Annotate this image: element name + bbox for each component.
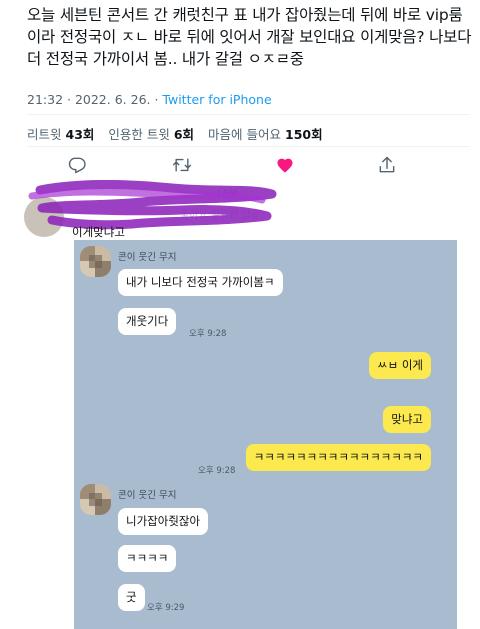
- likes-label[interactable]: 마음에 들어요: [208, 127, 281, 142]
- quotes-label[interactable]: 인용한 트윗: [108, 127, 169, 142]
- heart-icon[interactable]: [275, 155, 295, 175]
- chat-screenshot: 콘이 웃긴 무지 내가 니보다 전정국 가까이봄ㅋ 개웃기다 오후 9:28 ㅆ…: [74, 240, 457, 629]
- embedded-caption: 이게맞냐고: [72, 225, 125, 239]
- sender-name: 콘이 웃긴 무지: [118, 252, 177, 263]
- tweet-meta: 21:32 · 2022. 6. 26. · Twitter for iPhon…: [27, 92, 272, 107]
- chat-bubble-outgoing: 맞냐고: [383, 406, 431, 433]
- message-time: 오후 9:28: [189, 329, 227, 339]
- friend-avatar: [80, 484, 111, 515]
- retweets-label[interactable]: 리트윗: [27, 127, 62, 142]
- likes-count[interactable]: 150회: [285, 127, 323, 142]
- sender-name: 콘이 웃긴 무지: [118, 490, 177, 501]
- chat-bubble-outgoing: ㅋㅋㅋㅋㅋㅋㅋㅋㅋㅋㅋㅋㅋㅋㅋㅋ: [245, 444, 431, 471]
- reply-icon[interactable]: [67, 155, 87, 175]
- chat-bubble-outgoing: ㅆㅂ 이게: [369, 352, 431, 379]
- chat-bubble-incoming: 내가 니보다 전정국 가까이봄ㅋ: [118, 269, 283, 296]
- message-time: 오후 9:28: [198, 466, 236, 476]
- retweet-icon[interactable]: [172, 155, 192, 175]
- tweet-text: 오늘 세븐틴 콘서트 간 캐럿친구 표 내가 잡아줬는데 뒤에 바로 vip룸이…: [27, 6, 472, 68]
- tweet-date: 2022. 6. 26.: [74, 92, 151, 107]
- friend-avatar: [80, 246, 111, 277]
- retweets-count[interactable]: 43회: [66, 127, 95, 142]
- quotes-count[interactable]: 6회: [174, 127, 194, 142]
- scribble-redaction: [28, 180, 277, 230]
- divider: [27, 114, 470, 115]
- tweet-source-link[interactable]: Twitter for iPhone: [162, 92, 271, 107]
- tweet-time: 21:32: [27, 92, 64, 107]
- chat-bubble-incoming: ㅋㅋㅋㅋ: [118, 545, 177, 572]
- share-icon[interactable]: [377, 155, 397, 175]
- chat-bubble-incoming: 니가잡아줫잖아: [118, 508, 209, 535]
- divider: [27, 146, 470, 147]
- tweet-stats: 리트윗 43회 인용한 트윗 6회 마음에 들어요 150회: [27, 124, 333, 143]
- chat-bubble-incoming: 개웃기다: [118, 308, 177, 335]
- tweet-actions: [27, 155, 445, 175]
- chat-bubble-incoming: 굿: [118, 584, 145, 611]
- message-time: 오후 9:29: [147, 603, 185, 613]
